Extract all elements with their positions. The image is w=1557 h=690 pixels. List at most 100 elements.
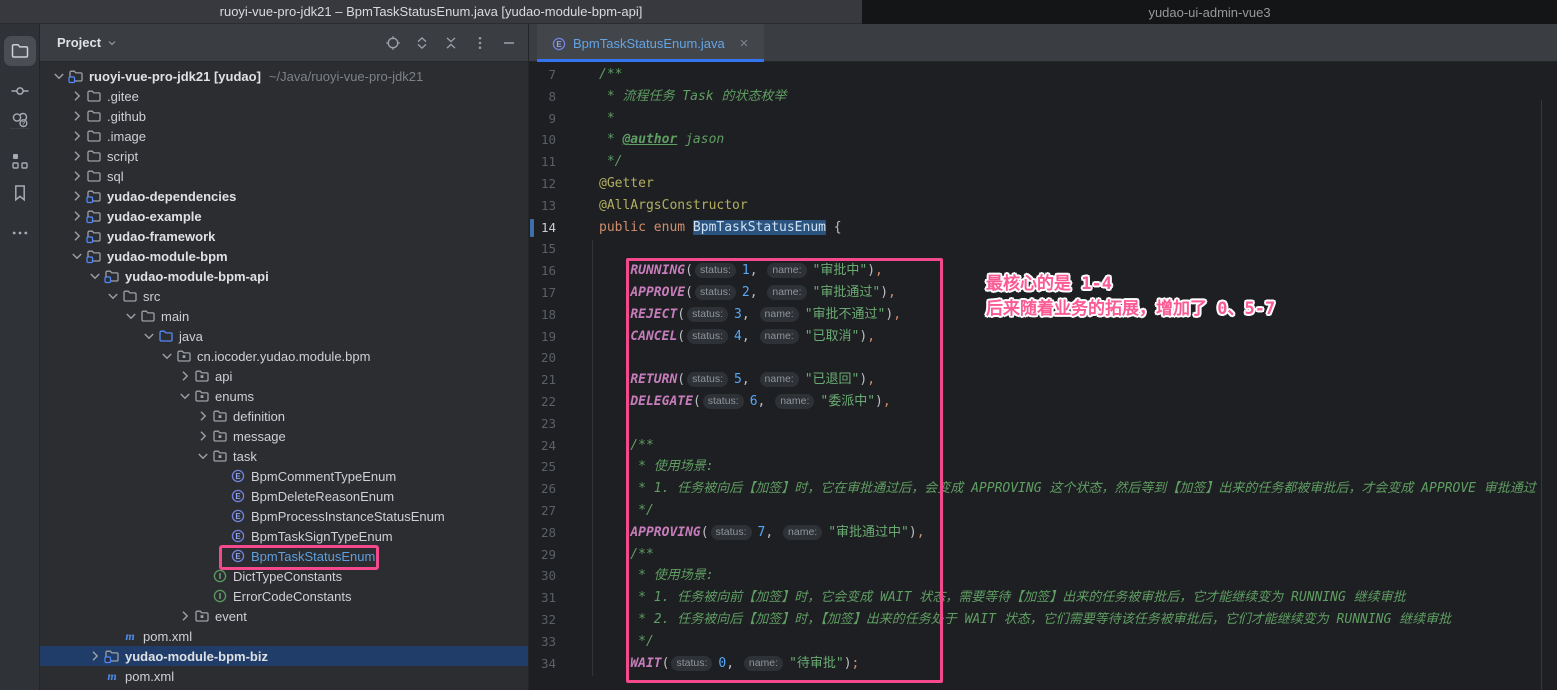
code-line-20[interactable]: 20 — [529, 347, 1557, 369]
line-number[interactable]: 34 — [529, 653, 556, 675]
line-number[interactable]: 16 — [529, 260, 556, 282]
chevron-down-icon[interactable] — [50, 66, 68, 86]
code-line-24[interactable]: 24 /** — [529, 435, 1557, 457]
line-number[interactable]: 33 — [529, 631, 556, 653]
tree-item-sql[interactable]: sql — [40, 166, 528, 186]
tree-item-pom-xml[interactable]: mpom.xml — [40, 666, 528, 686]
back-window-titlebar[interactable]: yudao-ui-admin-vue3 — [862, 0, 1557, 24]
chevron-right-icon[interactable] — [194, 426, 212, 446]
code-line-14[interactable]: 14public enum BpmTaskStatusEnum { — [529, 217, 1557, 239]
tree-item-image[interactable]: .image — [40, 126, 528, 146]
code-line-8[interactable]: 8 * 流程任务 Task 的状态枚举 — [529, 86, 1557, 108]
chevron-down-icon[interactable] — [86, 266, 104, 286]
line-number[interactable]: 17 — [529, 282, 556, 304]
tree-item-main[interactable]: main — [40, 306, 528, 326]
toolbar-bookmarks-button[interactable] — [4, 178, 36, 208]
code-line-9[interactable]: 9 * — [529, 108, 1557, 130]
code-line-10[interactable]: 10 * @author jason — [529, 129, 1557, 151]
tree-item-message[interactable]: message — [40, 426, 528, 446]
line-number[interactable]: 18 — [529, 304, 556, 326]
line-number[interactable]: 12 — [529, 173, 556, 195]
line-number[interactable]: 27 — [529, 500, 556, 522]
chevron-down-icon[interactable] — [106, 37, 118, 49]
locate-file-icon[interactable] — [384, 34, 402, 52]
line-number[interactable]: 32 — [529, 609, 556, 631]
line-number[interactable]: 24 — [529, 435, 556, 457]
line-number[interactable]: 10 — [529, 129, 556, 151]
chevron-right-icon[interactable] — [68, 106, 86, 126]
collapse-all-icon[interactable] — [442, 34, 460, 52]
chevron-right-icon[interactable] — [176, 366, 194, 386]
code-line-29[interactable]: 29 /** — [529, 544, 1557, 566]
line-number[interactable]: 31 — [529, 587, 556, 609]
chevron-right-icon[interactable] — [68, 146, 86, 166]
chevron-right-icon[interactable] — [68, 166, 86, 186]
tree-item-api[interactable]: api — [40, 366, 528, 386]
tree-item-bpmtaskstatusenum[interactable]: EBpmTaskStatusEnum — [40, 546, 528, 566]
tree-item-yudao-dependencies[interactable]: yudao-dependencies — [40, 186, 528, 206]
chevron-down-icon[interactable] — [158, 346, 176, 366]
chevron-down-icon[interactable] — [104, 286, 122, 306]
tree-item-enums[interactable]: enums — [40, 386, 528, 406]
line-number[interactable]: 22 — [529, 391, 556, 413]
tree-item-definition[interactable]: definition — [40, 406, 528, 426]
code-line-21[interactable]: 21 RETURN(status:5, name:"已退回"), — [529, 369, 1557, 391]
code-line-30[interactable]: 30 * 使用场景: — [529, 565, 1557, 587]
chevron-down-icon[interactable] — [176, 386, 194, 406]
tree-item-errorcodeconstants[interactable]: IErrorCodeConstants — [40, 586, 528, 606]
code-line-17[interactable]: 17 APPROVE(status:2, name:"审批通过"), — [529, 282, 1557, 304]
code-line-25[interactable]: 25 * 使用场景: — [529, 456, 1557, 478]
code-line-22[interactable]: 22 DELEGATE(status:6, name:"委派中"), — [529, 391, 1557, 413]
line-number[interactable]: 23 — [529, 413, 556, 435]
tree-item-event[interactable]: event — [40, 606, 528, 626]
code-line-15[interactable]: 15 — [529, 238, 1557, 260]
line-number[interactable]: 30 — [529, 565, 556, 587]
tree-item-yudao-example[interactable]: yudao-example — [40, 206, 528, 226]
code-line-27[interactable]: 27 */ — [529, 500, 1557, 522]
chevron-right-icon[interactable] — [68, 86, 86, 106]
project-panel-title[interactable]: Project — [57, 35, 101, 50]
tree-item-src[interactable]: src — [40, 286, 528, 306]
code-line-26[interactable]: 26 * 1. 任务被向后【加签】时，它在审批通过后，会变成 APPROVING… — [529, 478, 1557, 500]
options-kebab-icon[interactable] — [471, 34, 489, 52]
tree-item-ruoyi-vue-pro-jdk21-yudao[interactable]: ruoyi-vue-pro-jdk21 [yudao]~/Java/ruoyi-… — [40, 66, 528, 86]
line-number[interactable]: 11 — [529, 151, 556, 173]
tree-item-bpmtasksigntypeenum[interactable]: EBpmTaskSignTypeEnum — [40, 526, 528, 546]
chevron-right-icon[interactable] — [68, 206, 86, 226]
tree-item-yudao-module-bpm[interactable]: yudao-module-bpm — [40, 246, 528, 266]
tab-bpmtaskstatusenum[interactable]: E BpmTaskStatusEnum.java — [537, 24, 764, 62]
chevron-right-icon[interactable] — [86, 646, 104, 666]
tree-item-cn-iocoder-yudao-module-bpm[interactable]: cn.iocoder.yudao.module.bpm — [40, 346, 528, 366]
line-number[interactable]: 19 — [529, 326, 556, 348]
code-line-31[interactable]: 31 * 1. 任务被向前【加签】时，它会变成 WAIT 状态，需要等待【加签】… — [529, 587, 1557, 609]
expand-all-icon[interactable] — [413, 34, 431, 52]
toolbar-commit-button[interactable] — [4, 76, 36, 106]
line-number[interactable]: 26 — [529, 478, 556, 500]
line-number[interactable]: 29 — [529, 544, 556, 566]
line-number[interactable]: 20 — [529, 347, 556, 369]
code-line-7[interactable]: 7/** — [529, 64, 1557, 86]
chevron-right-icon[interactable] — [68, 226, 86, 246]
line-number[interactable]: 28 — [529, 522, 556, 544]
chevron-right-icon[interactable] — [68, 186, 86, 206]
hide-panel-icon[interactable] — [500, 34, 518, 52]
tree-item-yudao-module-bpm-api[interactable]: yudao-module-bpm-api — [40, 266, 528, 286]
tree-item-bpmprocessinstancestatusenum[interactable]: EBpmProcessInstanceStatusEnum — [40, 506, 528, 526]
toolbar-structure-button[interactable] — [4, 146, 36, 176]
line-number[interactable]: 25 — [529, 456, 556, 478]
tree-item-script[interactable]: script — [40, 146, 528, 166]
tree-item-bpmdeletereasonenum[interactable]: EBpmDeleteReasonEnum — [40, 486, 528, 506]
code-line-19[interactable]: 19 CANCEL(status:4, name:"已取消"), — [529, 326, 1557, 348]
tree-item-java[interactable]: java — [40, 326, 528, 346]
tree-item-task[interactable]: task — [40, 446, 528, 466]
chevron-right-icon[interactable] — [68, 126, 86, 146]
code-line-13[interactable]: 13@AllArgsConstructor — [529, 195, 1557, 217]
line-number[interactable]: 21 — [529, 369, 556, 391]
tree-item-pom-xml[interactable]: mpom.xml — [40, 626, 528, 646]
chevron-down-icon[interactable] — [122, 306, 140, 326]
line-number[interactable]: 15 — [529, 238, 556, 260]
line-number[interactable]: 9 — [529, 108, 556, 130]
code-line-16[interactable]: 16 RUNNING(status:1, name:"审批中"), — [529, 260, 1557, 282]
chevron-down-icon[interactable] — [194, 446, 212, 466]
code-editor[interactable]: 7/**8 * 流程任务 Task 的状态枚举9 *10 * @author j… — [529, 62, 1557, 690]
